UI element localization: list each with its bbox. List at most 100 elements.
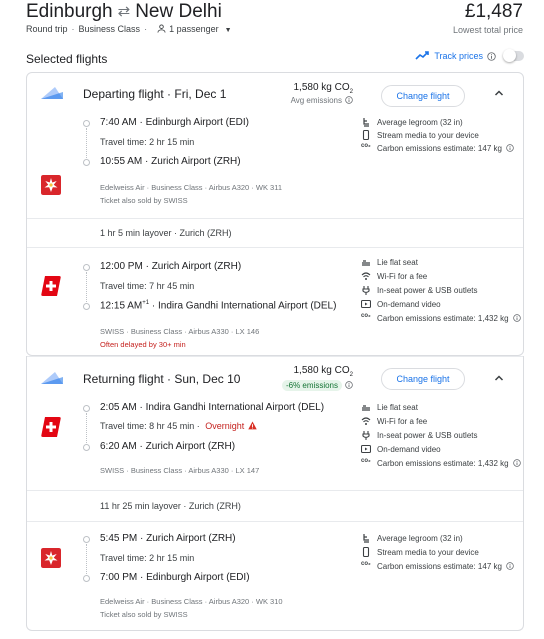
arrival-airport: Zurich Airport (ZRH)	[151, 156, 241, 167]
flight-details: Edelweiss Air · Business Class · Airbus …	[100, 597, 283, 606]
amenity-legroom: Average legroom (32 in)	[361, 117, 463, 127]
trip-header: Edinburgh ⇄ New Delhi Round trip · Business …	[0, 0, 544, 44]
amenity-wifi: Wi-Fi for a fee	[361, 416, 427, 426]
amenity-seat: Lie flat seat	[361, 402, 418, 412]
also-sold-by: Ticket also sold by SWISS	[100, 196, 188, 205]
departure-airport: Indira Gandhi International Airport (DEL…	[145, 402, 325, 413]
track-prices[interactable]: Track prices	[415, 49, 524, 62]
info-icon[interactable]	[506, 144, 514, 152]
takeoff-icon	[41, 87, 63, 99]
amenity-stream: Stream media to your device	[361, 547, 479, 557]
arrival-row: 6:20 AM · Zurich Airport (ZRH)	[100, 441, 236, 452]
swiss-logo-icon	[41, 276, 61, 296]
flight-segment: 2:05 AM · Indira Gandhi International Ai…	[27, 402, 523, 498]
layover-info: 1 hr 5 min layover · Zurich (ZRH)	[27, 218, 523, 248]
info-icon[interactable]	[512, 459, 521, 467]
seat-icon	[363, 118, 369, 127]
landing-icon	[41, 372, 63, 384]
travel-time: Travel time: 8 hr 45 min · Overnight	[100, 421, 257, 431]
travel-time: Travel time: 2 hr 15 min	[100, 553, 195, 563]
route-title: Edinburgh ⇄ New Delhi	[26, 1, 222, 23]
dropdown-caret-icon[interactable]: ▼	[225, 27, 232, 34]
person-icon	[157, 24, 166, 33]
amenity-co2: co₂ Carbon emissions estimate: 1,432 kg	[361, 313, 521, 323]
track-prices-label[interactable]: Track prices	[434, 51, 483, 61]
trip-summary: Round trip · Business Class · 1 passenger ▼	[26, 24, 232, 34]
trend-icon	[415, 51, 430, 60]
arrival-row: 10:55 AM · Zurich Airport (ZRH)	[100, 156, 241, 167]
toggle-knob	[503, 49, 516, 62]
amenity-power: In-seat power & USB outlets	[361, 430, 478, 440]
travel-time: Travel time: 2 hr 15 min	[100, 137, 195, 147]
power-plug-icon	[362, 286, 370, 295]
returning-co2: 1,580 kg CO2 -6% emissions	[281, 365, 353, 391]
amenity-stream: Stream media to your device	[361, 130, 479, 140]
destination-city: New Delhi	[135, 1, 222, 22]
departure-time: 5:45 PM	[100, 533, 138, 544]
arrival-row: 12:15 AM+1 · Indira Gandhi International…	[100, 300, 337, 312]
next-day-marker: +1	[142, 300, 150, 306]
departure-airport: Zurich Airport (ZRH)	[151, 261, 242, 272]
amenity-co2: co₂ Carbon emissions estimate: 147 kg	[361, 143, 514, 153]
departure-time: 2:05 AM	[100, 402, 137, 413]
departure-row: 7:40 AM · Edinburgh Airport (EDI)	[100, 117, 249, 128]
returning-title: Returning flight · Sun, Dec 10	[83, 372, 241, 386]
chevron-up-icon[interactable]	[493, 372, 505, 384]
info-icon[interactable]	[487, 51, 496, 61]
returning-header[interactable]: Returning flight · Sun, Dec 10 1,580 kg …	[27, 356, 523, 400]
info-icon[interactable]	[345, 381, 353, 389]
travel-time: Travel time: 7 hr 45 min	[100, 281, 195, 291]
returning-flight-card: Returning flight · Sun, Dec 10 1,580 kg …	[26, 356, 524, 631]
emissions-badge: -6% emissions	[281, 380, 342, 391]
departure-row: 5:45 PM · Zurich Airport (ZRH)	[100, 533, 236, 544]
amenity-video: On-demand video	[361, 444, 441, 454]
info-icon[interactable]	[506, 562, 514, 570]
change-returning-button[interactable]: Change flight	[381, 368, 465, 390]
lie-flat-seat-icon	[362, 405, 370, 411]
flight-segment: 12:00 PM · Zurich Airport (ZRH) Travel t…	[27, 258, 523, 355]
info-icon[interactable]	[512, 314, 521, 322]
arrival-time: 7:00 PM	[100, 572, 138, 583]
swiss-logo-icon	[41, 417, 61, 437]
amenity-power: In-seat power & USB outlets	[361, 285, 478, 295]
arrival-time: 10:55 AM	[100, 156, 143, 167]
departure-time: 12:00 PM	[100, 261, 143, 272]
arrival-row: 7:00 PM · Edinburgh Airport (EDI)	[100, 572, 250, 583]
power-plug-icon	[362, 431, 370, 440]
amenity-legroom: Average legroom (32 in)	[361, 533, 463, 543]
flight-segment: 5:45 PM · Zurich Airport (ZRH) Travel ti…	[27, 533, 523, 629]
departing-title: Departing flight · Fri, Dec 1	[83, 87, 227, 101]
origin-city: Edinburgh	[26, 1, 113, 22]
video-icon	[361, 444, 371, 454]
amenity-co2: co₂ Carbon emissions estimate: 1,432 kg	[361, 458, 521, 468]
edelweiss-logo-icon	[41, 548, 61, 568]
passenger-count[interactable]: 1 passenger	[169, 24, 219, 34]
co2-icon: co₂	[361, 561, 371, 567]
co2-subscript: 2	[349, 372, 353, 378]
flight-details: SWISS · Business Class · Airbus A330 · L…	[100, 327, 260, 336]
co2-note: Avg emissions	[290, 96, 342, 105]
flight-details: SWISS · Business Class · Airbus A330 · L…	[100, 466, 260, 475]
departure-airport: Zurich Airport (ZRH)	[146, 533, 236, 544]
track-prices-toggle[interactable]	[503, 49, 524, 62]
co2-icon: co₂	[361, 143, 371, 149]
departure-airport: Edinburgh Airport (EDI)	[145, 117, 249, 128]
co2-value: 1,580 kg CO	[293, 82, 350, 93]
info-icon[interactable]	[345, 96, 353, 104]
amenity-wifi: Wi-Fi for a fee	[361, 271, 427, 281]
arrival-time: 6:20 AM	[100, 441, 137, 452]
departing-header[interactable]: Departing flight · Fri, Dec 1 1,580 kg C…	[27, 73, 523, 117]
warning-triangle-icon	[248, 421, 257, 430]
arrival-time: 12:15 AM	[100, 300, 143, 312]
departure-time: 7:40 AM	[100, 117, 137, 128]
phone-icon	[362, 547, 370, 557]
arrival-airport: Zurich Airport (ZRH)	[145, 441, 236, 452]
co2-value: 1,580 kg CO	[293, 365, 350, 376]
chevron-up-icon[interactable]	[493, 87, 505, 99]
selected-flights-heading: Selected flights	[26, 52, 108, 66]
change-departing-button[interactable]: Change flight	[381, 85, 465, 107]
layover-info: 11 hr 25 min layover · Zurich (ZRH)	[27, 490, 523, 522]
phone-icon	[362, 130, 370, 140]
amenity-video: On-demand video	[361, 299, 441, 309]
amenity-seat: Lie flat seat	[361, 257, 418, 267]
